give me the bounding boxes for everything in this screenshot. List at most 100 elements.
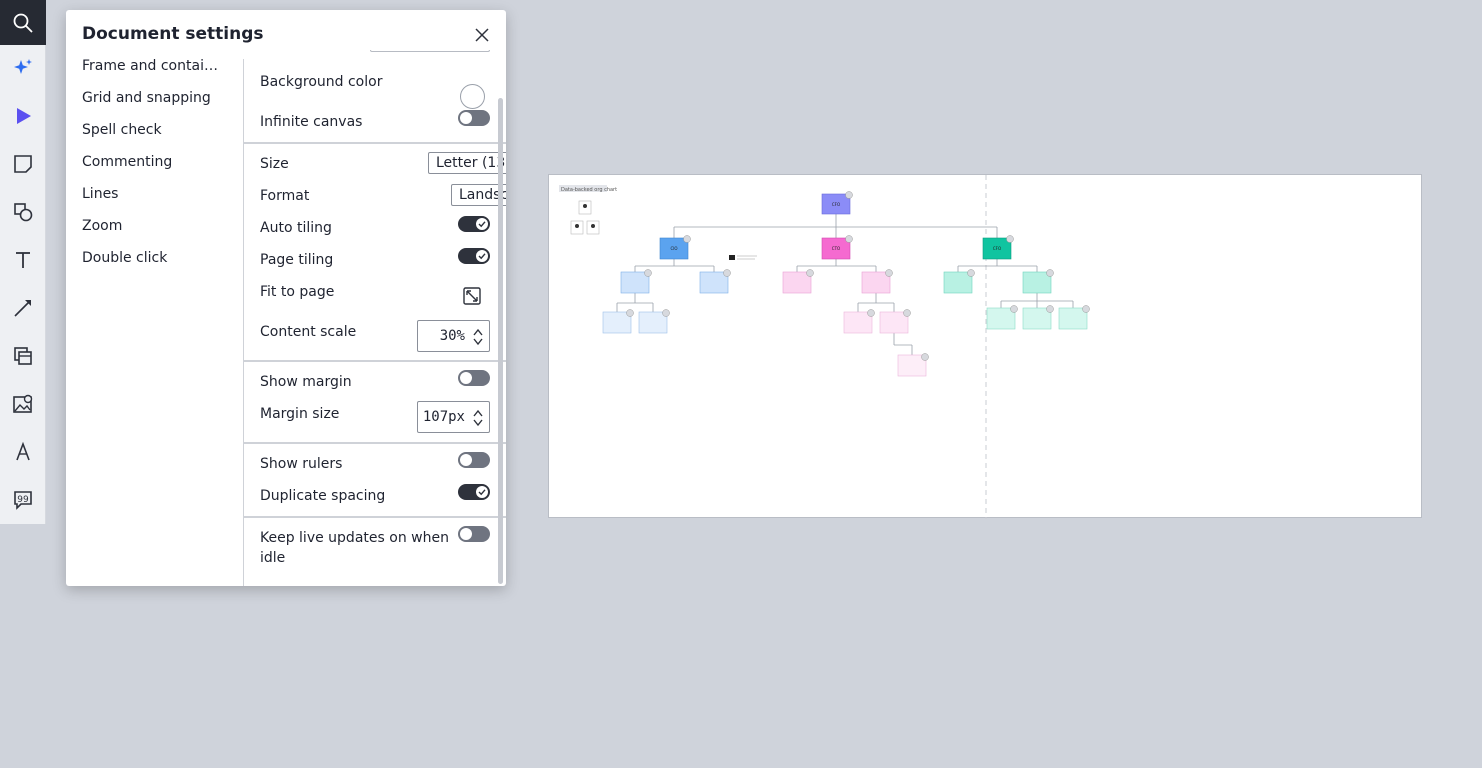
image-icon [13, 394, 33, 413]
close-button[interactable] [471, 24, 493, 46]
org-node [1022, 271, 1052, 294]
auto-tiling-toggle[interactable] [458, 216, 490, 232]
settings-panel: Background color Infinite canvas Size Le… [244, 50, 506, 586]
nav-item-frame[interactable]: Frame and contain... [82, 58, 222, 74]
legend-avatar [583, 204, 587, 208]
page-tiling-label: Page tiling [260, 252, 334, 268]
org-node [782, 271, 812, 294]
canvas-page[interactable]: Data-backed org chart CFO CIO CTO CFO [548, 174, 1422, 519]
content-scale-stepper[interactable]: 30% [417, 320, 490, 352]
nav-item-grid[interactable]: Grid and snapping [82, 90, 222, 106]
org-node-label: CTO [832, 246, 840, 251]
avatar [1046, 269, 1054, 277]
stepper-arrows-icon [473, 409, 483, 427]
line-tool[interactable] [0, 285, 46, 331]
comment-tool[interactable]: 99 [0, 477, 46, 523]
partial-input-field[interactable] [370, 50, 490, 52]
comment-icon: 99 [14, 491, 32, 510]
org-node [1022, 307, 1052, 330]
org-node [843, 311, 873, 334]
avatar [723, 269, 731, 277]
chart-title: Data-backed org chart [561, 187, 617, 193]
avatar [644, 269, 652, 277]
search-tool[interactable] [0, 0, 46, 45]
show-rulers-label: Show rulers [260, 456, 343, 472]
size-label: Size [260, 156, 289, 172]
legend-avatar [575, 224, 579, 228]
show-margin-toggle[interactable] [458, 370, 490, 386]
org-node [986, 307, 1016, 330]
text-tool[interactable] [0, 237, 46, 283]
fit-to-page-icon [463, 287, 481, 305]
shapes-tool[interactable] [0, 189, 46, 235]
close-icon [475, 28, 489, 42]
page-tiling-toggle[interactable] [458, 248, 490, 264]
nav-item-lines[interactable]: Lines [82, 186, 222, 202]
frame-icon [14, 347, 32, 365]
panel-scrollbar[interactable] [498, 98, 503, 584]
org-node [861, 271, 891, 294]
avatar [1010, 305, 1018, 313]
org-node [602, 311, 632, 334]
search-icon [13, 13, 33, 33]
infinite-canvas-toggle[interactable] [458, 110, 490, 126]
background-color-swatch[interactable] [460, 84, 485, 109]
org-node [943, 271, 973, 294]
background-color-label: Background color [260, 74, 383, 90]
avatar [626, 309, 634, 317]
select-tool[interactable] [0, 93, 46, 139]
avatar [806, 269, 814, 277]
ai-tool[interactable] [0, 45, 46, 91]
org-node-label: CFO [832, 202, 840, 207]
org-node [620, 271, 650, 294]
content-scale-value: 30% [439, 328, 465, 344]
avatar [1082, 305, 1090, 313]
fit-to-page-button[interactable] [462, 286, 482, 306]
frame-tool[interactable] [0, 333, 46, 379]
keep-live-updates-toggle[interactable] [458, 526, 490, 542]
section-divider [244, 442, 506, 444]
dialog-title: Document settings [82, 24, 264, 44]
image-tool[interactable] [0, 381, 46, 427]
size-select-value: Letter (1360... [436, 155, 506, 171]
nav-item-zoom[interactable]: Zoom [82, 218, 222, 234]
svg-text:99: 99 [17, 495, 29, 505]
org-chart-drawing: Data-backed org chart CFO CIO CTO CFO [559, 175, 1090, 519]
section-divider [244, 142, 506, 144]
avatar [1006, 235, 1014, 243]
avatar [845, 235, 853, 243]
left-toolbar: 99 [0, 0, 46, 524]
content-scale-label: Content scale [260, 324, 357, 340]
avatar [1046, 305, 1054, 313]
check-icon [478, 489, 486, 496]
infinite-canvas-label: Infinite canvas [260, 114, 363, 130]
margin-size-value: 107px [422, 409, 465, 425]
nav-item-commenting[interactable]: Commenting [82, 154, 222, 170]
stepper-arrows-icon [473, 328, 483, 346]
text-icon [16, 252, 30, 268]
avatar [885, 269, 893, 277]
duplicate-spacing-label: Duplicate spacing [260, 488, 386, 504]
legend-avatar [591, 224, 595, 228]
margin-size-stepper[interactable]: 107px [417, 401, 490, 433]
sticky-note-tool[interactable] [0, 141, 46, 187]
pen-tool[interactable] [0, 429, 46, 475]
connector-lines [616, 214, 1074, 355]
avatar [867, 309, 875, 317]
check-icon [478, 253, 486, 260]
avatar [662, 309, 670, 317]
shapes-icon [14, 203, 33, 222]
fit-to-page-label: Fit to page [260, 284, 335, 300]
document-settings-dialog: Document settings Frame and contain... G… [66, 10, 506, 586]
org-node [699, 271, 729, 294]
section-divider [244, 360, 506, 362]
duplicate-spacing-toggle[interactable] [458, 484, 490, 500]
org-node [879, 311, 909, 334]
size-select[interactable]: Letter (1360... [428, 152, 506, 174]
sticky-note-icon [14, 155, 32, 173]
nav-item-spell-check[interactable]: Spell check [82, 122, 222, 138]
margin-size-label: Margin size [260, 406, 340, 422]
nav-item-double-click[interactable]: Double click [82, 250, 222, 266]
show-rulers-toggle[interactable] [458, 452, 490, 468]
org-node-label: CFO [993, 246, 1001, 251]
